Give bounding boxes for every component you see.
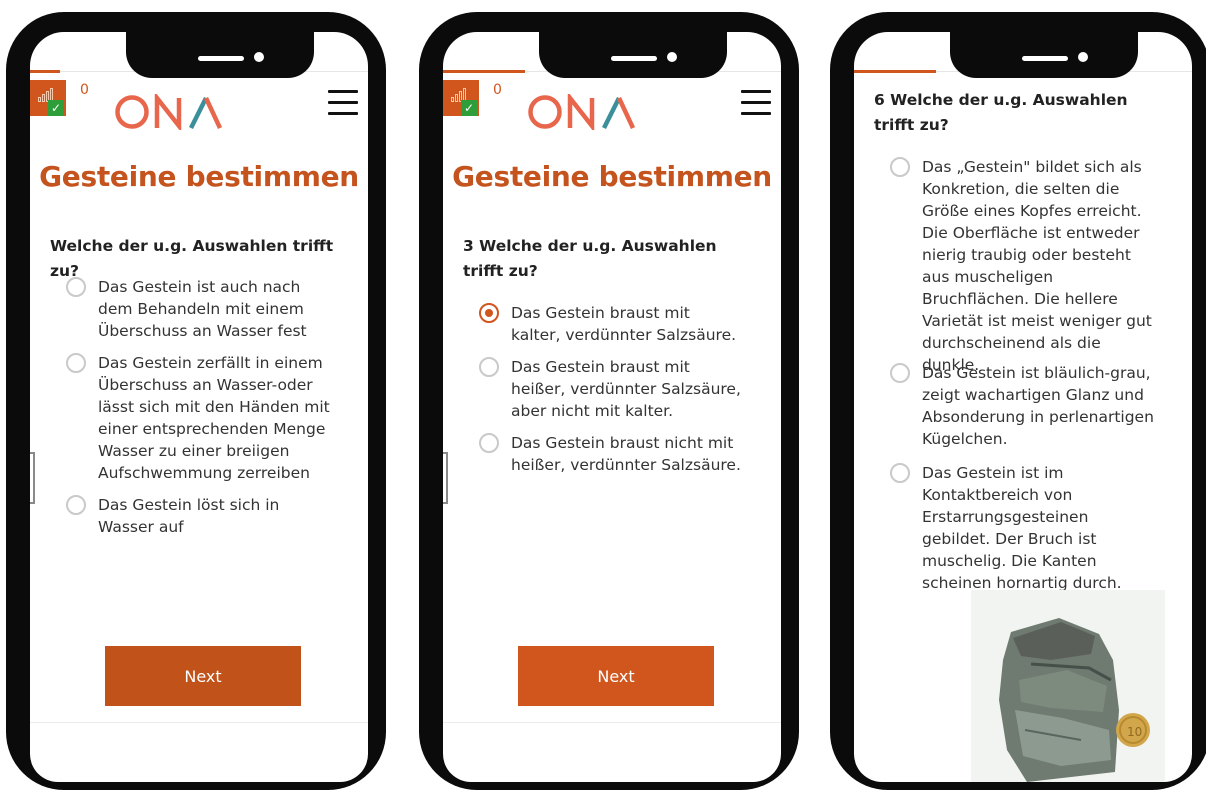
camera-icon bbox=[667, 52, 677, 62]
speaker-icon bbox=[198, 56, 244, 61]
phone-notch bbox=[539, 32, 727, 78]
radio-button-icon[interactable] bbox=[479, 433, 499, 453]
radio-button-icon[interactable] bbox=[66, 495, 86, 515]
phone-screen: ✓ 0 Gesteine bestimmen Welche der u.g. A… bbox=[30, 32, 368, 782]
phone-screen: ✓ 0 Gesteine bestimmen 3 Welche der u.g.… bbox=[443, 32, 781, 782]
page-title: Gesteine bestimmen bbox=[452, 160, 772, 193]
side-drawer-handle[interactable] bbox=[443, 452, 448, 504]
answer-option-label: Das Gestein ist bläulich-grau, zeigt wac… bbox=[922, 364, 1154, 448]
hamburger-menu-icon[interactable] bbox=[741, 90, 771, 116]
answer-option[interactable]: Das Gestein löst sich in Wasser auf bbox=[66, 494, 331, 538]
phone-notch bbox=[950, 32, 1138, 78]
phone-frame: ✓ 0 Gesteine bestimmen Welche der u.g. A… bbox=[6, 12, 386, 790]
camera-icon bbox=[254, 52, 264, 62]
answer-option-label: Das Gestein braust nicht mit heißer, ver… bbox=[511, 434, 741, 474]
check-icon: ✓ bbox=[461, 100, 477, 116]
phone-screen: 6 Welche der u.g. Auswahlen trifft zu? D… bbox=[854, 32, 1192, 782]
radio-button-icon[interactable] bbox=[890, 157, 910, 177]
camera-icon bbox=[1078, 52, 1088, 62]
question-text: 3 Welche der u.g. Auswahlen trifft zu? bbox=[463, 237, 717, 280]
hamburger-menu-icon[interactable] bbox=[328, 90, 358, 116]
phone-frame: 6 Welche der u.g. Auswahlen trifft zu? D… bbox=[830, 12, 1206, 790]
answer-option[interactable]: Das „Gestein" bildet sich als Konkretion… bbox=[890, 156, 1155, 376]
radio-button-icon[interactable] bbox=[890, 363, 910, 383]
answer-option-label: Das Gestein ist auch nach dem Behandeln … bbox=[98, 278, 307, 340]
answer-option[interactable]: Das Gestein braust nicht mit heißer, ver… bbox=[479, 432, 744, 476]
footer-divider bbox=[443, 722, 781, 723]
answer-option[interactable]: Das Gestein braust mit heißer, verdünnte… bbox=[479, 356, 744, 422]
answer-option-label: Das Gestein zerfällt in einem Überschuss… bbox=[98, 354, 330, 482]
score-counter: 0 bbox=[493, 82, 502, 98]
check-icon: ✓ bbox=[48, 100, 64, 116]
footer-divider bbox=[30, 722, 368, 723]
ona-logo bbox=[115, 94, 222, 130]
phone-frame: ✓ 0 Gesteine bestimmen 3 Welche der u.g.… bbox=[419, 12, 799, 790]
progress-bar bbox=[30, 70, 60, 73]
question-text: 6 Welche der u.g. Auswahlen trifft zu? bbox=[874, 91, 1128, 134]
answer-option[interactable]: Das Gestein zerfällt in einem Überschuss… bbox=[66, 352, 331, 484]
answer-option-label: Das Gestein braust mit kalter, verdünnte… bbox=[511, 304, 737, 344]
answer-option-label: Das Gestein braust mit heißer, verdünnte… bbox=[511, 358, 741, 420]
next-button[interactable]: Next bbox=[105, 646, 301, 706]
answer-option-label: Das „Gestein" bildet sich als Konkretion… bbox=[922, 158, 1152, 374]
radio-button-icon[interactable] bbox=[66, 277, 86, 297]
answer-option-label: Das Gestein ist im Kontaktbereich von Er… bbox=[922, 464, 1122, 592]
ona-logo bbox=[528, 94, 635, 130]
speaker-icon bbox=[611, 56, 657, 61]
rock-photo: 10 bbox=[971, 590, 1165, 782]
next-button[interactable]: Next bbox=[518, 646, 714, 706]
phone-notch bbox=[126, 32, 314, 78]
score-counter: 0 bbox=[80, 82, 89, 98]
radio-button-icon[interactable] bbox=[890, 463, 910, 483]
progress-bar bbox=[854, 70, 936, 73]
side-drawer-handle[interactable] bbox=[30, 452, 35, 504]
radio-button-icon[interactable] bbox=[66, 353, 86, 373]
progress-bar bbox=[443, 70, 525, 73]
radio-button-icon[interactable] bbox=[479, 357, 499, 377]
level-badge[interactable]: ✓ bbox=[443, 80, 479, 116]
answer-option[interactable]: Das Gestein ist auch nach dem Behandeln … bbox=[66, 276, 331, 342]
page-title: Gesteine bestimmen bbox=[39, 160, 359, 193]
level-badge[interactable]: ✓ bbox=[30, 80, 66, 116]
answer-option-label: Das Gestein löst sich in Wasser auf bbox=[98, 496, 280, 536]
answer-option[interactable]: Das Gestein ist bläulich-grau, zeigt wac… bbox=[890, 362, 1155, 450]
svg-text:10: 10 bbox=[1127, 725, 1142, 739]
answer-option[interactable]: Das Gestein ist im Kontaktbereich von Er… bbox=[890, 462, 1155, 594]
radio-button-icon[interactable] bbox=[479, 303, 499, 323]
speaker-icon bbox=[1022, 56, 1068, 61]
answer-option[interactable]: Das Gestein braust mit kalter, verdünnte… bbox=[479, 302, 744, 346]
